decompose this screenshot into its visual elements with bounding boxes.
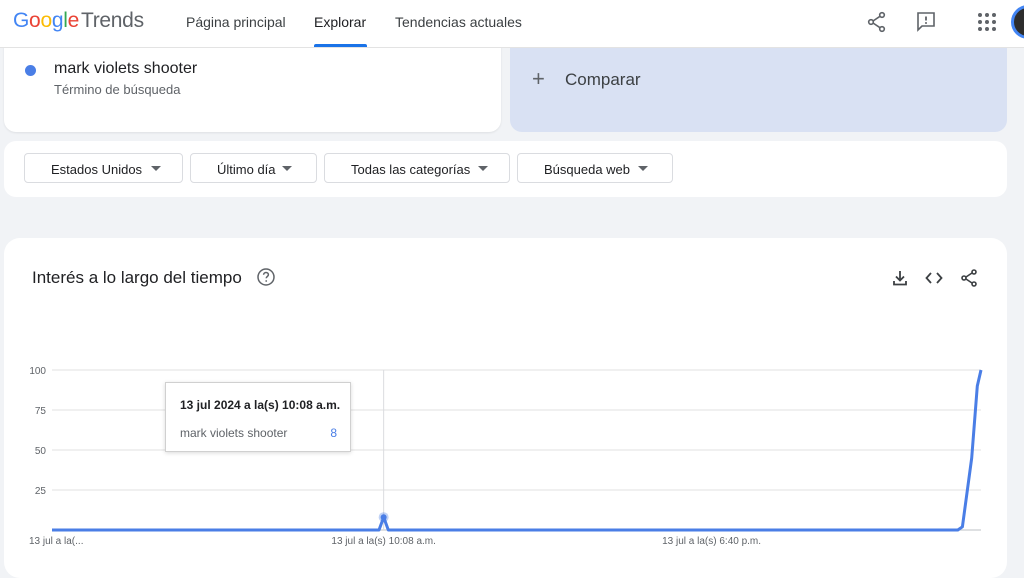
google-trends-logo[interactable]: GoogleTrends	[13, 9, 144, 33]
tab-home[interactable]: Página principal	[186, 14, 286, 30]
term-color-dot	[25, 65, 36, 76]
tab-trending-now[interactable]: Tendencias actuales	[395, 14, 522, 30]
avatar[interactable]	[1011, 5, 1024, 39]
x-tick-label: 13 jul a la(s) 10:08 a.m.	[331, 536, 436, 547]
region-filter-label: Estados Unidos	[51, 162, 143, 177]
y-tick-label-75: 75	[35, 406, 47, 417]
x-tick-label: 13 jul a la(...	[29, 536, 83, 547]
feedback-icon[interactable]	[914, 10, 938, 34]
chevron-down-icon	[151, 166, 161, 171]
search-type-filter-label: Búsqueda web	[544, 162, 631, 177]
search-term-name: mark violets shooter	[54, 60, 198, 77]
search-type-filter[interactable]: Búsqueda web	[517, 153, 673, 183]
x-tick-label: 13 jul a la(s) 6:40 p.m.	[662, 536, 761, 547]
chevron-down-icon	[478, 166, 488, 171]
category-filter[interactable]: Todas las categorías	[324, 153, 510, 183]
plus-icon: +	[532, 66, 545, 91]
apps-grid-icon[interactable]	[975, 10, 999, 34]
interest-line-chart[interactable]: 25 50 75 100 13 jul a la(... 13 jul a la(s) …	[4, 238, 1007, 560]
y-tick-label-25: 25	[35, 486, 47, 497]
chart-tooltip: 13 jul 2024 a la(s) 10:08 a.m. mark viol…	[165, 382, 351, 452]
search-term-type: Término de búsqueda	[54, 82, 181, 97]
tooltip-term: mark violets shooter	[180, 426, 288, 440]
interest-over-time-card: Interés a lo largo del tiempo 25 50 75 100 …	[4, 238, 1007, 578]
top-bar: GoogleTrends Página principal Explorar T…	[0, 0, 1024, 48]
compare-label: Comparar	[565, 70, 641, 89]
y-tick-label-50: 50	[35, 446, 47, 457]
x-axis-ticks: 13 jul a la(... 13 jul a la(s) 10:08 a.m.…	[29, 536, 761, 547]
category-filter-label: Todas las categorías	[351, 162, 471, 177]
chevron-down-icon	[638, 166, 648, 171]
active-tab-indicator	[314, 44, 367, 47]
tooltip-value: 8	[330, 426, 337, 440]
y-tick-label-100: 100	[29, 366, 46, 377]
chevron-down-icon	[282, 166, 292, 171]
tooltip-title: 13 jul 2024 a la(s) 10:08 a.m.	[180, 398, 341, 412]
y-axis-ticks: 25 50 75 100	[29, 366, 46, 497]
compare-button[interactable]: + Comparar	[510, 40, 1007, 132]
tab-explore[interactable]: Explorar	[314, 14, 366, 30]
search-term-card[interactable]: mark violets shooter Término de búsqueda	[4, 40, 501, 132]
highlight-point	[380, 514, 387, 521]
time-range-filter-label: Último día	[217, 162, 276, 177]
logo-trends-text: Trends	[80, 9, 144, 32]
filter-bar: Estados Unidos Último día Todas las cate…	[4, 141, 1007, 197]
region-filter[interactable]: Estados Unidos	[24, 153, 183, 183]
time-range-filter[interactable]: Último día	[190, 153, 317, 183]
share-icon[interactable]	[865, 10, 889, 34]
